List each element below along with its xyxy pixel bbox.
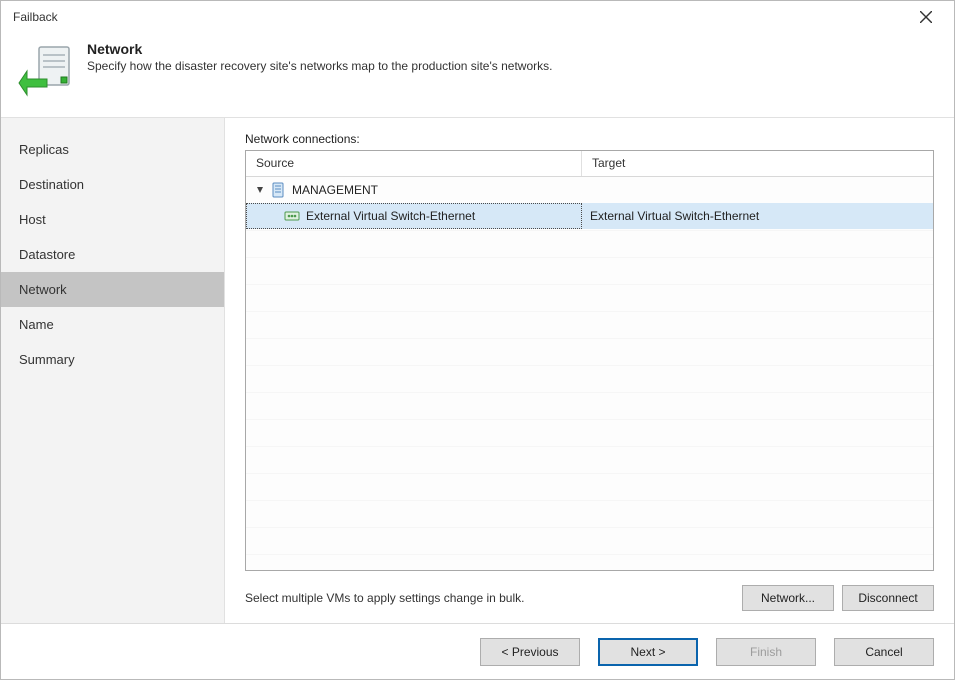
sidebar-item-replicas[interactable]: Replicas [1, 132, 224, 167]
close-button[interactable] [906, 3, 946, 31]
sidebar-item-destination[interactable]: Destination [1, 167, 224, 202]
mapping-target-cell: External Virtual Switch-Ethernet [582, 203, 933, 229]
group-target-cell [582, 177, 933, 203]
group-label: MANAGEMENT [292, 183, 378, 197]
grid-body[interactable]: MANAGEMENT [246, 177, 933, 570]
header-text: Network Specify how the disaster recover… [87, 41, 552, 73]
window-title: Failback [13, 10, 906, 24]
tree-group-row[interactable]: MANAGEMENT [246, 177, 933, 203]
wizard-footer: < Previous Next > Finish Cancel [1, 623, 954, 679]
finish-button: Finish [716, 638, 816, 666]
sidebar-item-host[interactable]: Host [1, 202, 224, 237]
mapping-target-label: External Virtual Switch-Ethernet [590, 209, 759, 223]
vswitch-icon [284, 208, 300, 224]
network-button[interactable]: Network... [742, 585, 834, 611]
network-mapping-row[interactable]: External Virtual Switch-Ethernet Externa… [246, 203, 933, 229]
previous-button[interactable]: < Previous [480, 638, 580, 666]
grid-header: Source Target [246, 151, 933, 177]
close-icon [920, 11, 932, 23]
titlebar: Failback [1, 1, 954, 33]
server-icon [270, 182, 286, 198]
grid-footer-row: Select multiple VMs to apply settings ch… [245, 585, 934, 611]
column-header-target[interactable]: Target [582, 151, 933, 176]
mapping-source-label: External Virtual Switch-Ethernet [306, 209, 475, 223]
sidebar-item-datastore[interactable]: Datastore [1, 237, 224, 272]
wizard-sidebar: Replicas Destination Host Datastore Netw… [1, 118, 225, 623]
sidebar-item-name[interactable]: Name [1, 307, 224, 342]
expand-caret-icon[interactable] [254, 184, 266, 196]
page-title: Network [87, 41, 552, 57]
sidebar-item-summary[interactable]: Summary [1, 342, 224, 377]
next-button[interactable]: Next > [598, 638, 698, 666]
page-subtitle: Specify how the disaster recovery site's… [87, 59, 552, 73]
cancel-button[interactable]: Cancel [834, 638, 934, 666]
wizard-body: Replicas Destination Host Datastore Netw… [1, 117, 954, 623]
sidebar-item-network[interactable]: Network [1, 272, 224, 307]
disconnect-button[interactable]: Disconnect [842, 585, 934, 611]
group-source-cell: MANAGEMENT [246, 177, 582, 203]
failback-dialog: Failback Network Specify how the disaste… [0, 0, 955, 680]
connections-label: Network connections: [245, 132, 934, 146]
bulk-hint: Select multiple VMs to apply settings ch… [245, 591, 734, 605]
network-connections-grid[interactable]: Source Target MANAGEMENT [245, 150, 934, 571]
mapping-source-cell: External Virtual Switch-Ethernet [246, 203, 582, 229]
column-header-source[interactable]: Source [246, 151, 582, 176]
failback-icon [17, 41, 75, 99]
wizard-header: Network Specify how the disaster recover… [1, 33, 954, 117]
main-panel: Network connections: Source Target [225, 118, 954, 623]
